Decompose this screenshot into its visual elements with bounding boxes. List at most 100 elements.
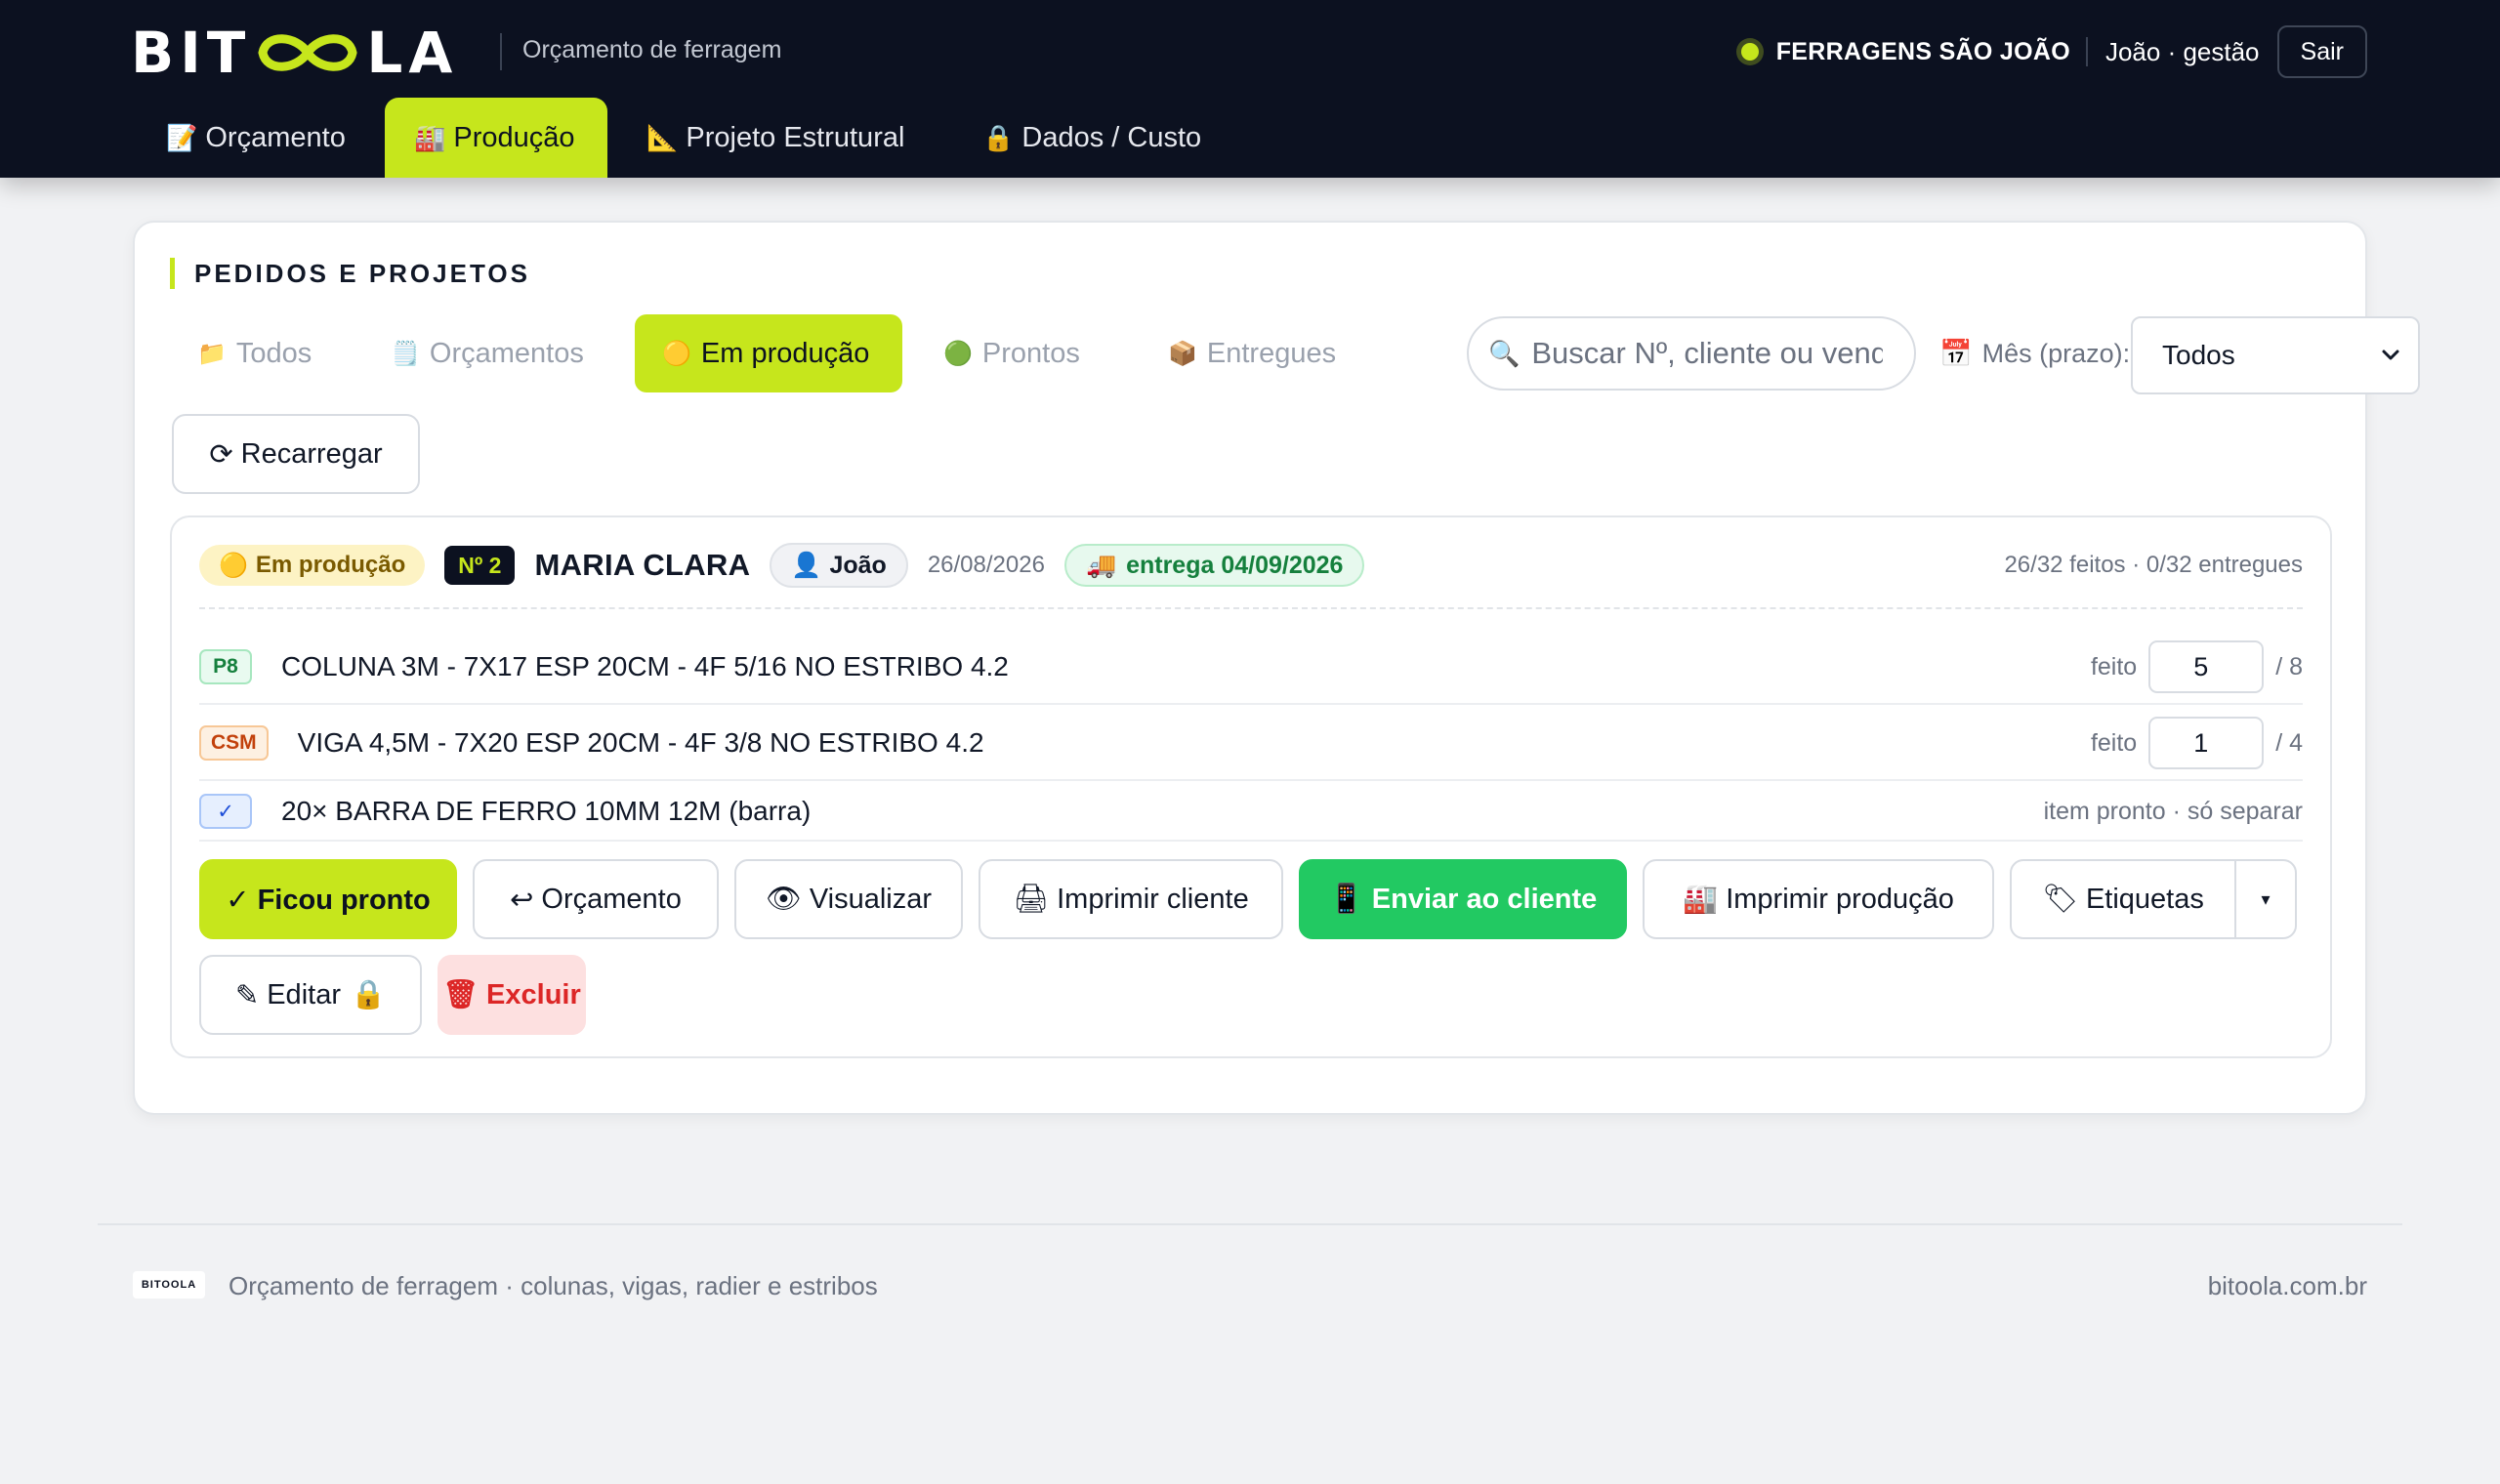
print-client-button[interactable]: 🖨 Imprimir cliente (979, 859, 1283, 939)
folder-icon: 📁 (197, 340, 227, 367)
order-number-badge: Nº 2 (444, 546, 516, 585)
factory-icon: 🏭 (414, 122, 446, 152)
item-description: COLUNA 3M - 7X17 ESP 20CM - 4F 5/16 NO E… (281, 651, 1009, 681)
reload-label: Recarregar (240, 437, 383, 470)
button-label: Editar (267, 978, 341, 1010)
button-label: Orçamento (541, 883, 682, 915)
delete-button[interactable]: 🗑 Excluir (438, 955, 586, 1035)
item-tag: P8 (199, 649, 252, 684)
filter-label: Orçamentos (429, 337, 584, 369)
labels-menu-button[interactable]: ▾ (2234, 859, 2297, 939)
memo-icon: 📝 (166, 122, 198, 152)
return-arrow-icon: ↩ (510, 884, 534, 916)
header-divider (2085, 37, 2088, 66)
month-filter-label: 📅 Mês (prazo): (1939, 338, 2130, 369)
main-nav: 📝 Orçamento 🏭 Produção 📐 Projeto Estrutu… (0, 98, 2500, 178)
view-button[interactable]: 👁 Visualizar (734, 859, 963, 939)
send-to-client-button[interactable]: 📱 Enviar ao cliente (1299, 859, 1627, 939)
footer-site-link[interactable]: bitoola.com.br (2208, 1271, 2367, 1301)
truck-icon: 🚚 (1085, 551, 1117, 579)
month-selected-value: Todos (2162, 340, 2235, 370)
notepad-icon: 🗒️ (391, 340, 420, 367)
filter-prontos[interactable]: 🟢 Prontos (916, 314, 1107, 392)
list-item: ✓ 20× BARRA DE FERRO 10MM 12M (barra) it… (199, 783, 2303, 842)
label-tag-icon: 🏷 (2042, 884, 2078, 915)
filter-em-producao[interactable]: 🟡 Em produção (635, 314, 902, 392)
lock-icon: 🔒 (350, 979, 387, 1010)
item-description: 20× BARRA DE FERRO 10MM 12M (barra) (281, 796, 812, 826)
search-box: 🔍 (1467, 316, 1916, 391)
status-text: Em produção (255, 552, 406, 578)
month-label-text: Mês (prazo): (1981, 338, 2131, 368)
order-progress: 26/32 feitos · 0/32 entregues (2004, 552, 2303, 578)
button-label: Imprimir cliente (1057, 883, 1249, 915)
quote-button[interactable]: ↩ Orçamento (473, 859, 719, 939)
delivery-badge: 🚚 entrega 04/09/2026 (1063, 544, 1365, 587)
header-account: FERRAGENS SÃO JOÃO João · gestão Sair (1740, 25, 2367, 78)
logout-button[interactable]: Sair (2276, 25, 2367, 78)
item-description: VIGA 4,5M - 7X20 ESP 20CM - 4F 3/8 NO ES… (297, 727, 984, 758)
edit-button[interactable]: ✎ Editar 🔒 (199, 955, 422, 1035)
month-select[interactable]: Todos (2131, 316, 2420, 394)
tab-projeto-estrutural[interactable]: 📐 Projeto Estrutural (617, 98, 934, 178)
check-icon: ✓ (199, 794, 252, 829)
delivery-date: entrega 04/09/2026 (1126, 551, 1344, 579)
item-progress: feito / 8 (2091, 640, 2303, 693)
filter-entregues[interactable]: 📦 Entregues (1141, 314, 1363, 392)
tab-orcamento[interactable]: 📝 Orçamento (137, 98, 375, 178)
printer-icon: 🖨 (1013, 884, 1050, 915)
item-progress: feito / 4 (2091, 717, 2303, 769)
item-tag: CSM (199, 725, 269, 761)
logo-divider (500, 33, 502, 70)
button-label: Visualizar (809, 883, 933, 915)
filter-orcamentos[interactable]: 🗒️ Orçamentos (363, 314, 611, 392)
seller-name: João (829, 551, 887, 579)
footer-description: Orçamento de ferragem · colunas, vigas, … (229, 1271, 878, 1300)
labels-button[interactable]: 🏷 Etiquetas (2010, 859, 2236, 939)
lock-icon: 🔒 (982, 122, 1015, 152)
done-quantity-input[interactable] (2148, 717, 2265, 769)
tab-label: Produção (453, 121, 575, 153)
user-icon: 👤 (791, 551, 822, 579)
infinity-logo-icon (258, 34, 357, 71)
done-label: feito (2090, 652, 2138, 680)
factory-icon: 🏭 (1683, 884, 1719, 915)
triangle-ruler-icon: 📐 (646, 122, 679, 152)
print-production-button[interactable]: 🏭 Imprimir produção (1643, 859, 1994, 939)
chevron-down-icon (2382, 350, 2399, 360)
done-label: feito (2090, 728, 2138, 757)
mark-ready-button[interactable]: ✓ Ficou pronto (199, 859, 457, 939)
search-icon: 🔍 (1488, 338, 1521, 368)
order-header: 🟡 Em produção Nº 2 MARIA CLARA 👤 João 26… (199, 543, 2303, 588)
filter-label: Prontos (981, 337, 1080, 369)
list-item: CSM VIGA 4,5M - 7X20 ESP 20CM - 4F 3/8 N… (199, 707, 2303, 781)
order-card: 🟡 Em produção Nº 2 MARIA CLARA 👤 João 26… (170, 515, 2332, 1058)
tab-label: Dados / Custo (1021, 121, 1202, 153)
tab-producao[interactable]: 🏭 Produção (385, 98, 607, 178)
button-label: Etiquetas (2085, 883, 2204, 915)
company-name: FERRAGENS SÃO JOÃO (1775, 37, 2070, 65)
order-date: 26/08/2026 (927, 552, 1045, 578)
seller-badge: 👤 João (770, 543, 908, 588)
trash-icon: 🗑 (442, 979, 479, 1010)
tab-dados-custo[interactable]: 🔒 Dados / Custo (953, 98, 1230, 178)
filter-label: Em produção (700, 337, 870, 369)
online-status-icon (1740, 43, 1759, 61)
logo-text-left: BIT (131, 20, 252, 86)
item-note: item pronto · só separar (2043, 797, 2303, 825)
pencil-icon: ✎ (234, 979, 260, 1011)
filter-todos[interactable]: 📁 Todos (170, 314, 339, 392)
eye-icon: 👁 (765, 884, 802, 915)
done-quantity-input[interactable] (2148, 640, 2265, 693)
tab-label: Orçamento (205, 121, 346, 153)
section-title: PEDIDOS E PROJETOS (170, 258, 530, 289)
logo-text-right: LA (366, 20, 459, 86)
search-input[interactable] (1531, 336, 1884, 371)
list-item: P8 COLUNA 3M - 7X17 ESP 20CM - 4F 5/16 N… (199, 631, 2303, 705)
button-label: Imprimir produção (1726, 883, 1954, 915)
yellow-circle-icon: 🟡 (219, 552, 248, 579)
phone-icon: 📱 (1328, 884, 1364, 915)
reload-button[interactable]: ⟳ Recarregar (172, 414, 420, 494)
package-icon: 📦 (1168, 340, 1197, 367)
status-badge: 🟡 Em produção (199, 545, 426, 586)
